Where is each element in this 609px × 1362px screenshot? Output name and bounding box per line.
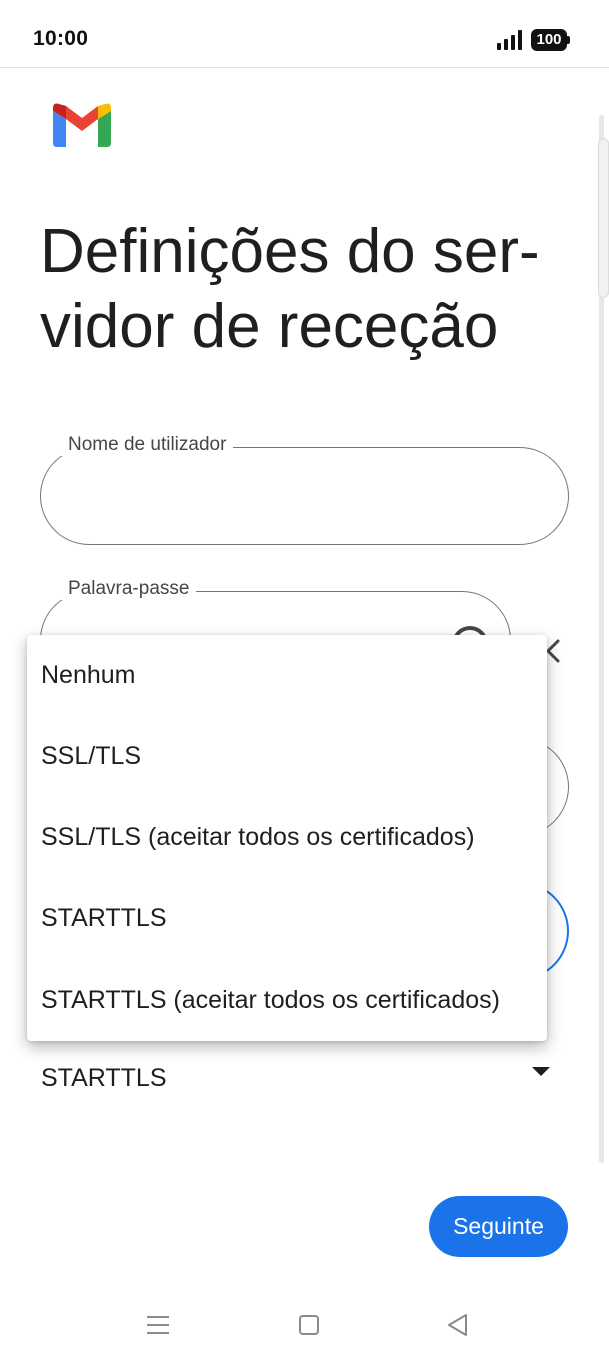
page-title: Definições do ser-vidor de receção	[40, 217, 540, 361]
home-icon[interactable]	[299, 1315, 319, 1335]
menu-item-ssl-tls[interactable]: SSL/TLS	[41, 742, 141, 771]
dropdown-arrow-icon[interactable]	[532, 1067, 550, 1076]
signal-icon	[497, 30, 522, 50]
password-label: Palavra-passe	[61, 578, 197, 600]
battery-level: 100	[531, 29, 567, 51]
security-type-select[interactable]: STARTTLS	[41, 1064, 167, 1093]
status-bar: 10:00 100	[0, 0, 609, 68]
menu-item-starttls-all-certs[interactable]: STARTTLS (aceitar todos os certificados)	[41, 986, 500, 1015]
menu-item-nenhum[interactable]: Nenhum	[41, 661, 136, 690]
menu-item-starttls[interactable]: STARTTLS	[41, 904, 167, 933]
menu-item-ssl-tls-all-certs[interactable]: SSL/TLS (aceitar todos os certificados)	[41, 823, 475, 852]
screen: 10:00 100 Definições do ser-vidor de rec…	[0, 0, 609, 1362]
battery-icon: 100	[531, 29, 571, 51]
scrollbar-thumb[interactable]	[598, 138, 609, 298]
username-label: Nome de utilizador	[61, 434, 234, 456]
gmail-logo	[53, 103, 111, 147]
menu-icon[interactable]	[147, 1315, 169, 1335]
security-type-menu: Nenhum SSL/TLS SSL/TLS (aceitar todos os…	[27, 635, 547, 1041]
username-field[interactable]: Nome de utilizador	[40, 434, 569, 545]
back-icon[interactable]	[446, 1313, 470, 1337]
next-button[interactable]: Seguinte	[429, 1196, 568, 1257]
status-time: 10:00	[33, 27, 89, 50]
